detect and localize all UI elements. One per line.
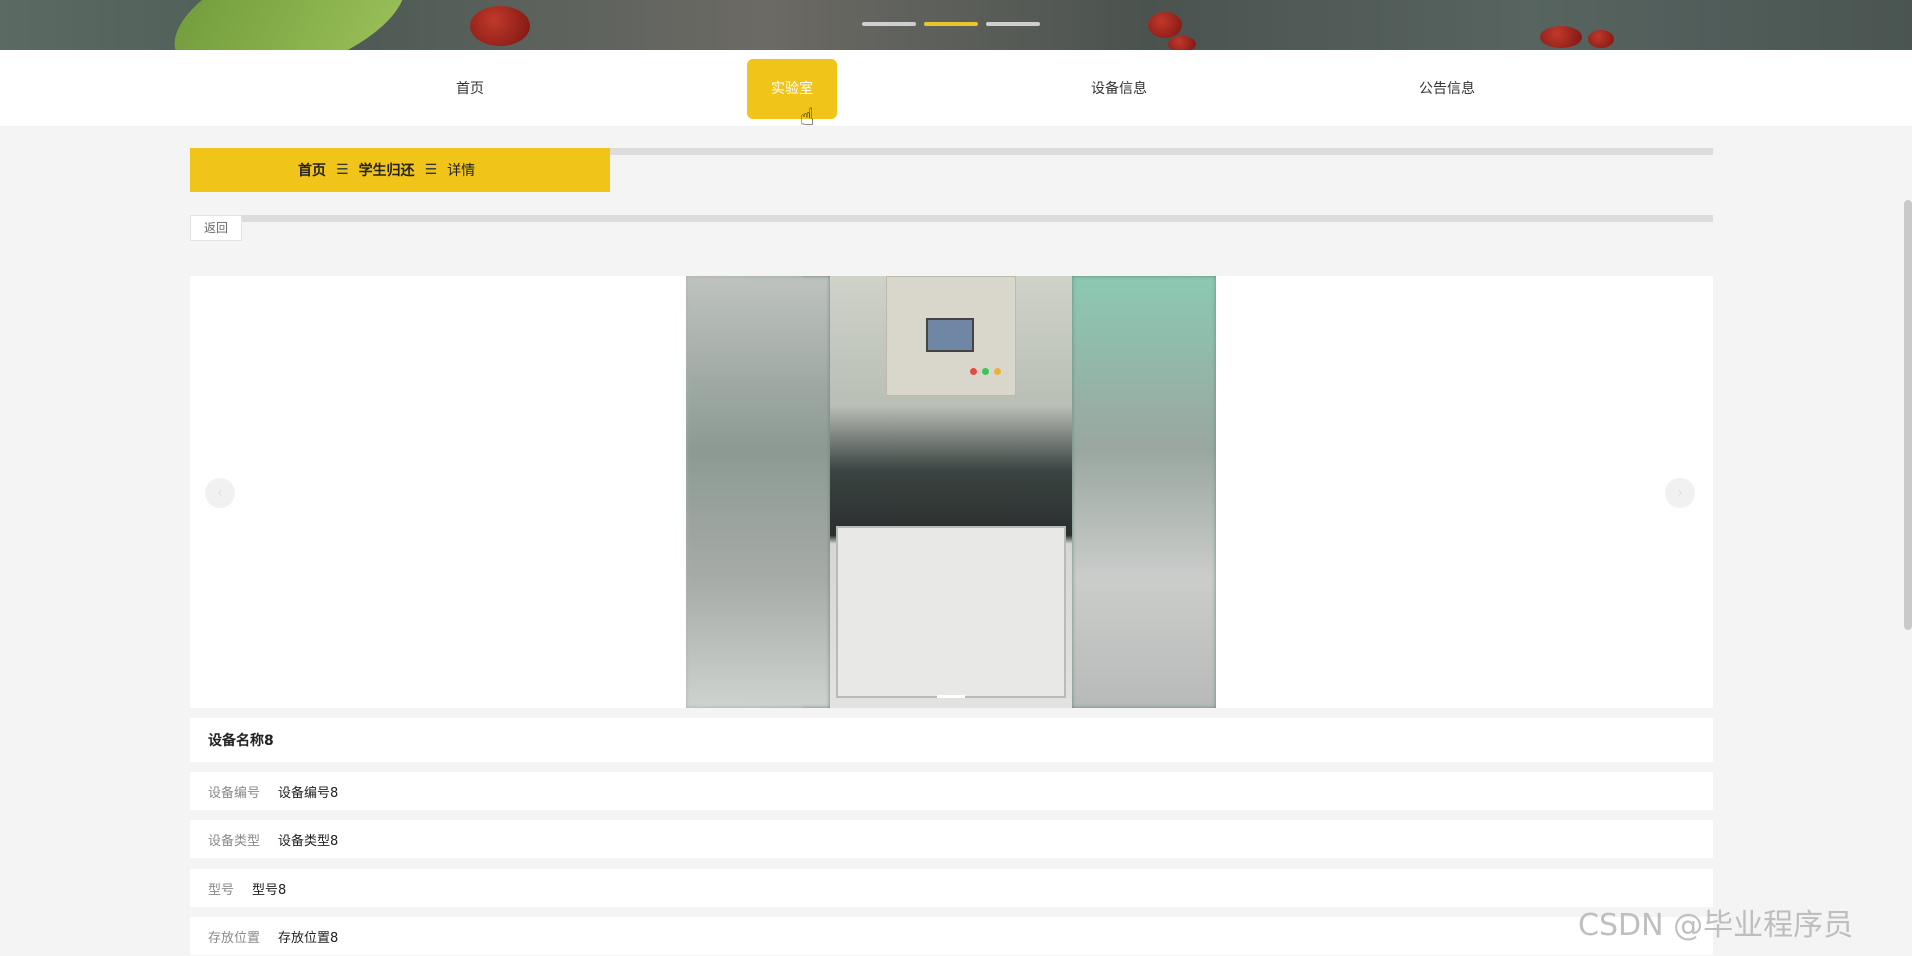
field-label: 存放位置 [208, 930, 261, 946]
carousel-indicator[interactable] [937, 695, 965, 698]
banner-date-image [1540, 26, 1582, 48]
breadcrumb-section[interactable]: 学生归还 [359, 160, 415, 180]
device-name: 设备名称8 [190, 718, 1713, 762]
info-row-type: 设备类型 设备类型8 [190, 820, 1713, 858]
photo-blur-right [1072, 276, 1216, 708]
carousel-prev-button[interactable]: ‹ [205, 478, 235, 508]
info-row-model: 型号 型号8 [190, 869, 1713, 907]
field-value: 存放位置8 [278, 930, 339, 946]
field-label: 设备编号 [208, 785, 261, 801]
field-value: 设备编号8 [278, 785, 339, 801]
field-value: 型号8 [252, 882, 287, 898]
banner-date-image [1168, 36, 1196, 50]
banner-indicator[interactable] [862, 22, 916, 26]
field-label: 设备类型 [208, 833, 261, 849]
banner-date-image [1148, 12, 1182, 38]
photo-screen [926, 318, 974, 352]
banner-date-image [470, 6, 530, 46]
field-value: 设备类型8 [278, 833, 339, 849]
nav-item-home[interactable]: 首页 [430, 59, 510, 119]
back-rail [190, 215, 1713, 222]
scrollbar[interactable] [1904, 200, 1912, 630]
device-photo [686, 276, 1216, 708]
breadcrumb: 首页 ☰ 学生归还 ☰ 详情 [190, 148, 610, 192]
photo-light [982, 368, 989, 375]
pointer-cursor-icon: ☝ [800, 103, 815, 131]
photo-cabinet [836, 526, 1066, 698]
banner-indicators [862, 22, 1040, 26]
back-button[interactable]: 返回 [190, 215, 242, 241]
watermark: CSDN @毕业程序员 [1578, 908, 1854, 943]
nav-item-notices[interactable]: 公告信息 [1402, 59, 1492, 119]
banner-leaf-image [158, 0, 422, 50]
chevron-right-icon: › [1677, 485, 1683, 501]
main-nav: 首页 实验室 设备信息 公告信息 [0, 50, 1912, 126]
banner-date-image [1588, 30, 1614, 48]
banner-indicator[interactable] [986, 22, 1040, 26]
nav-item-devices[interactable]: 设备信息 [1074, 59, 1164, 119]
breadcrumb-separator-icon: ☰ [336, 162, 349, 178]
breadcrumb-current: 详情 [447, 163, 476, 179]
info-row-code: 设备编号 设备编号8 [190, 772, 1713, 810]
nav-item-lab[interactable]: 实验室 [747, 59, 837, 119]
photo-light [994, 368, 1001, 375]
top-banner [0, 0, 1912, 50]
photo-light [970, 368, 977, 375]
banner-indicator-active[interactable] [924, 22, 978, 26]
field-label: 型号 [208, 882, 235, 898]
breadcrumb-home[interactable]: 首页 [298, 160, 326, 180]
image-carousel: ‹ › [190, 276, 1713, 708]
info-row-location: 存放位置 存放位置8 [190, 917, 1713, 955]
chevron-left-icon: ‹ [217, 485, 223, 501]
breadcrumb-separator-icon: ☰ [424, 162, 438, 178]
photo-blur-left [686, 276, 830, 708]
carousel-next-button[interactable]: › [1665, 478, 1695, 508]
